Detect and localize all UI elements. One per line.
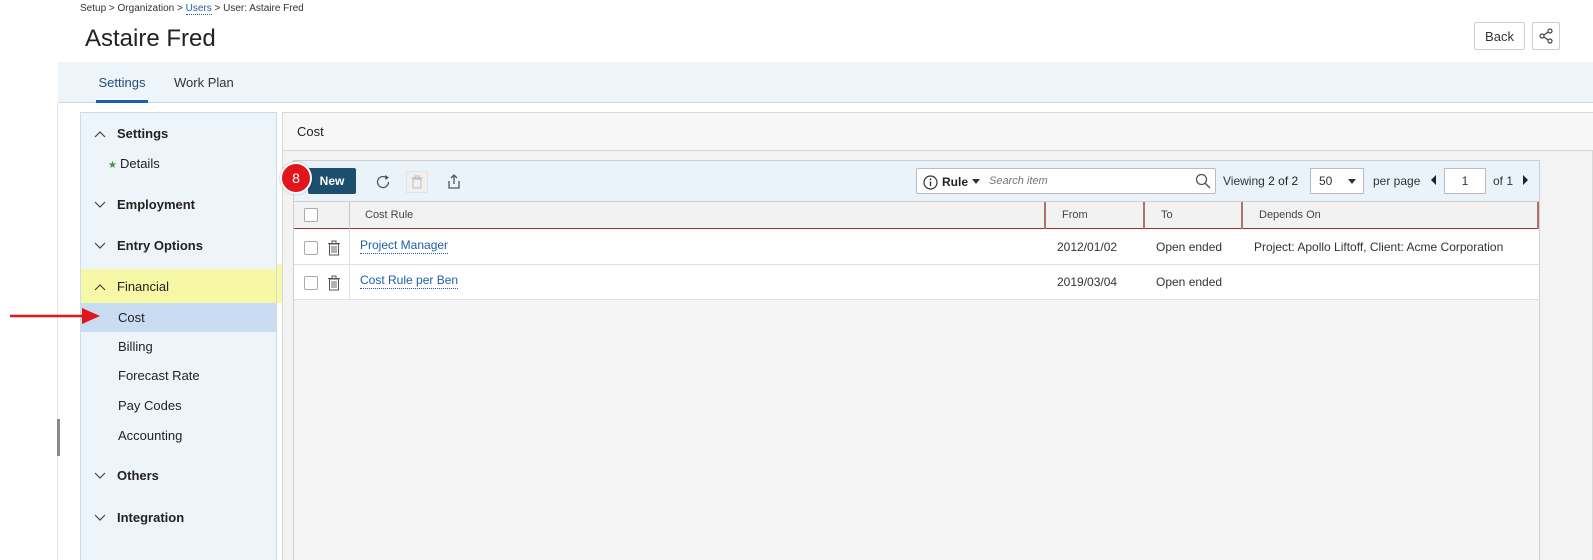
sidebar-section-label: Entry Options	[117, 238, 203, 253]
sidebar-section-label: Settings	[117, 126, 169, 141]
share-button[interactable]	[1532, 22, 1560, 50]
select-all-checkbox[interactable]	[304, 208, 318, 222]
sidebar-section-integration[interactable]: Integration	[81, 503, 276, 533]
search-input[interactable]	[987, 171, 1187, 191]
row-checkbox[interactable]	[304, 276, 318, 290]
per-page-select[interactable]: 50	[1310, 168, 1364, 194]
breadcrumb: Setup > Organization > Users > User: Ast…	[80, 3, 304, 15]
from-date: 2012/01/02	[1057, 240, 1118, 254]
column-header-from[interactable]: From	[1048, 202, 1088, 229]
caret-down-icon	[1348, 179, 1356, 184]
cost-grid: New Rule Search item Viewing 2 of 2 50 p…	[293, 160, 1540, 560]
column-header-cost-rule[interactable]: Cost Rule	[351, 202, 413, 229]
info-icon	[923, 174, 938, 190]
cost-rule-link[interactable]: Cost Rule per Ben	[360, 273, 459, 289]
to-date: Open ended	[1156, 275, 1223, 289]
sidebar: Settings ★ Details Employment Entry Optio…	[80, 112, 277, 560]
new-button[interactable]: New	[308, 168, 356, 194]
viewing-label: Viewing	[1223, 174, 1265, 188]
chevron-down-icon	[93, 503, 107, 533]
sidebar-section-others[interactable]: Others	[81, 461, 276, 491]
export-button[interactable]	[443, 171, 465, 193]
column-header-to[interactable]: To	[1147, 202, 1173, 229]
table-row: Cost Rule per Ben 2019/03/04 Open ended	[294, 265, 1539, 300]
per-page-value: 50	[1319, 174, 1333, 188]
sidebar-section-financial[interactable]: Financial	[81, 269, 276, 303]
column-header-depends-on[interactable]: Depends On	[1245, 202, 1321, 229]
delete-button[interactable]	[406, 171, 428, 193]
sidebar-item-details[interactable]: ★ Details	[81, 149, 276, 178]
depends-on: Project: Apollo Liftoff, Client: Acme Co…	[1254, 240, 1504, 254]
column-divider	[349, 202, 350, 229]
rule-dropdown[interactable]: Rule	[923, 173, 981, 191]
per-page-label: per page	[1373, 174, 1421, 188]
back-button[interactable]: Back	[1474, 22, 1525, 50]
tab-settings[interactable]: Settings	[96, 62, 148, 103]
search-icon[interactable]	[1195, 173, 1211, 189]
breadcrumb-link-users[interactable]: Users	[185, 3, 212, 15]
search-box: Rule	[916, 168, 1216, 194]
sidebar-section-label: Financial	[117, 279, 170, 294]
column-divider	[349, 230, 350, 265]
sidebar-item-billing[interactable]: Billing	[81, 332, 276, 361]
prev-page-icon[interactable]	[1431, 175, 1436, 185]
trash-icon[interactable]	[327, 275, 341, 291]
sidebar-section-employment[interactable]: Employment	[81, 190, 276, 220]
tab-work-plan[interactable]: Work Plan	[174, 62, 234, 103]
column-divider	[1143, 202, 1145, 229]
refresh-icon	[376, 175, 390, 189]
sidebar-item-cost[interactable]: Cost	[81, 303, 276, 332]
panel-header: Cost	[283, 113, 1593, 151]
trash-icon	[411, 175, 423, 189]
required-star-icon: ★	[108, 160, 117, 171]
column-divider	[1537, 202, 1539, 229]
viewing-count: 2 of 2	[1268, 174, 1299, 188]
step-badge: 8	[280, 162, 312, 194]
table-header: Cost Rule From To Depends On	[294, 201, 1539, 229]
sidebar-item-forecast-rate[interactable]: Forecast Rate	[81, 361, 276, 390]
page-number-input[interactable]	[1444, 168, 1486, 194]
sidebar-section-label: Employment	[117, 197, 196, 212]
share-icon	[1539, 28, 1553, 44]
breadcrumb-suffix: > User: Astaire Fred	[211, 3, 304, 14]
chevron-down-icon	[93, 461, 107, 491]
chevron-up-icon	[93, 269, 107, 305]
sidebar-section-label: Others	[117, 468, 159, 483]
sidebar-section-settings[interactable]: Settings	[81, 119, 276, 149]
page-title: Astaire Fred	[85, 25, 216, 52]
chevron-down-icon	[93, 190, 107, 220]
viewing-info: Viewing 2 of 2	[1223, 174, 1298, 188]
left-divider	[57, 103, 58, 560]
export-icon	[448, 174, 460, 189]
rule-label: Rule	[942, 175, 969, 189]
next-page-icon[interactable]	[1523, 175, 1528, 185]
sidebar-item-label: Details	[119, 156, 160, 171]
grid-toolbar: New Rule Search item Viewing 2 of 2 50 p…	[294, 161, 1539, 201]
scroll-indicator	[57, 419, 60, 456]
breadcrumb-prefix: Setup > Organization >	[80, 3, 186, 14]
column-divider	[1241, 202, 1243, 229]
row-checkbox[interactable]	[304, 241, 318, 255]
red-arrow-icon	[10, 308, 100, 324]
panel-title: Cost	[297, 124, 324, 139]
tab-bar: Settings Work Plan	[58, 62, 1593, 103]
page-count: of 1	[1493, 174, 1514, 188]
column-divider	[1044, 202, 1046, 229]
column-divider	[349, 265, 350, 300]
sidebar-section-entry-options[interactable]: Entry Options	[81, 231, 276, 261]
table-row: Project Manager 2012/01/02 Open ended Pr…	[294, 230, 1539, 265]
chevron-down-icon	[93, 231, 107, 261]
sidebar-section-label: Integration	[117, 510, 185, 525]
sidebar-item-pay-codes[interactable]: Pay Codes	[81, 391, 276, 420]
from-date: 2019/03/04	[1057, 275, 1118, 289]
sidebar-item-accounting[interactable]: Accounting	[81, 421, 276, 450]
refresh-button[interactable]	[372, 171, 394, 193]
caret-down-icon	[972, 179, 981, 184]
cost-rule-link[interactable]: Project Manager	[360, 238, 449, 254]
to-date: Open ended	[1156, 240, 1223, 254]
trash-icon[interactable]	[327, 240, 341, 256]
chevron-up-icon	[93, 119, 107, 149]
